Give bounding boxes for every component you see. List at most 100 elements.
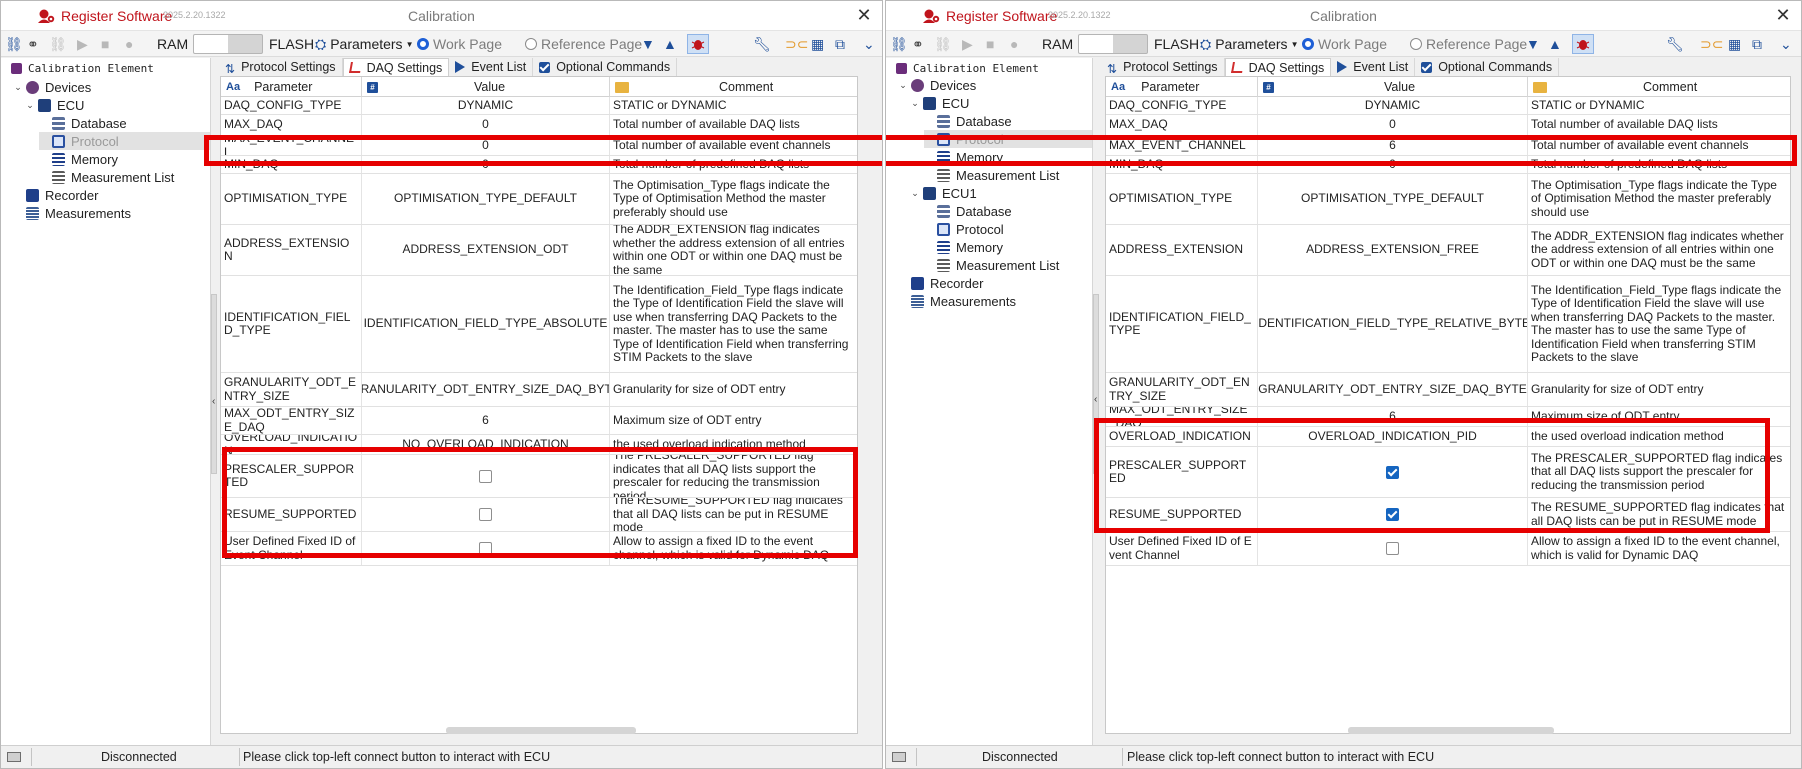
tree-item-measurements[interactable]: Measurements (898, 292, 1016, 310)
chain-link-icon[interactable]: ⊃⊂ (785, 34, 808, 54)
value-checkbox[interactable] (1386, 542, 1399, 555)
column-header-comment[interactable]: Comment (610, 77, 857, 97)
value-cell[interactable]: 0 (362, 136, 610, 155)
value-cell[interactable]: 6 (362, 407, 610, 434)
tree-item-measurements[interactable]: Measurements (13, 204, 131, 222)
expand-chevron-icon[interactable]: ⌄ (13, 82, 23, 93)
tree-item-ecu1[interactable]: ⌄ ECU1 (910, 184, 976, 202)
arrow-up-icon[interactable]: ▲ (663, 34, 677, 54)
expand-chevron-icon[interactable]: ⌄ (25, 100, 35, 111)
collapse-left-icon[interactable]: ‹ (1094, 394, 1097, 405)
value-cell[interactable] (1258, 532, 1528, 565)
column-header-comment[interactable]: Comment (1528, 77, 1790, 97)
value-cell[interactable]: 0 (362, 115, 610, 135)
debug-bug-icon[interactable] (687, 34, 709, 54)
reference-page-radio[interactable]: Reference Page (1410, 34, 1527, 54)
value-cell[interactable]: NO_OVERLOAD_INDICATION (362, 435, 610, 454)
value-cell[interactable]: OPTIMISATION_TYPE_DEFAULT (1258, 174, 1528, 224)
expand-chevron-icon[interactable]: ⌄ (910, 188, 920, 199)
tree-item-database[interactable]: Database (924, 112, 1012, 130)
reference-page-radio[interactable]: Reference Page (525, 34, 642, 54)
tree-item-measurement-list[interactable]: Measurement List (924, 166, 1059, 184)
splitter-handle[interactable] (1093, 294, 1099, 474)
ram-flash-toggle[interactable] (193, 34, 263, 54)
value-checkbox[interactable] (479, 508, 492, 521)
value-cell[interactable]: OPTIMISATION_TYPE_DEFAULT (362, 174, 610, 224)
value-checkbox[interactable] (1386, 508, 1399, 521)
link-icon[interactable]: ⚭ (912, 34, 924, 54)
expand-chevron-icon[interactable]: ⌄ (898, 80, 908, 91)
play-icon[interactable]: ▶ (77, 34, 88, 54)
value-cell[interactable]: IDENTIFICATION_FIELD_TYPE_RELATIVE_BYTE (1258, 276, 1528, 372)
tree-item-devices[interactable]: ⌄ Devices (13, 78, 91, 96)
more-options-icon[interactable]: ⌄ (863, 34, 875, 54)
tab-daq-settings[interactable]: DAQ Settings (1224, 58, 1332, 76)
wrench-icon[interactable]: 🔧︎ (753, 34, 771, 54)
value-cell[interactable] (362, 532, 610, 565)
arrow-down-icon[interactable]: ▼ (1526, 34, 1540, 54)
tab-optional-commands[interactable]: Optional Commands (533, 58, 678, 76)
play-icon[interactable]: ▶ (962, 34, 973, 54)
link-icon[interactable]: ⚭ (27, 34, 39, 54)
horizontal-scrollbar[interactable] (446, 727, 636, 734)
stop-icon[interactable]: ■ (101, 34, 109, 54)
work-page-radio[interactable]: Work Page (1302, 34, 1387, 54)
value-cell[interactable]: DYNAMIC (1258, 97, 1528, 114)
tab-event-list[interactable]: Event List (449, 58, 534, 76)
tree-item-memory[interactable]: Memory (39, 150, 118, 168)
value-cell[interactable]: GRANULARITY_ODT_ENTRY_SIZE_DAQ_BYTE (1258, 373, 1528, 406)
value-cell[interactable]: 0 (362, 156, 610, 173)
stop-icon[interactable]: ■ (986, 34, 994, 54)
export-icon[interactable]: ⧉ (1752, 34, 1762, 54)
disconnect-icon[interactable]: ⛓ (934, 34, 952, 54)
value-cell[interactable]: 6 (1258, 407, 1528, 426)
tab-protocol-settings[interactable]: ⇅ Protocol Settings (1101, 58, 1225, 76)
value-cell[interactable]: IDENTIFICATION_FIELD_TYPE_ABSOLUTE (362, 276, 610, 372)
parameters-menu[interactable]: ⛭ Parameters ▼ (1200, 34, 1298, 54)
connect-icon[interactable]: ⛓ (890, 34, 908, 54)
disconnect-icon[interactable]: ⛓ (49, 34, 67, 54)
tree-item-recorder[interactable]: Recorder (898, 274, 983, 292)
tree-item-recorder[interactable]: Recorder (13, 186, 98, 204)
tab-daq-settings[interactable]: DAQ Settings (342, 58, 450, 76)
tree-item-measurement-list[interactable]: Measurement List (39, 168, 174, 186)
value-cell[interactable]: 6 (1258, 136, 1528, 155)
value-checkbox[interactable] (479, 469, 492, 483)
tree-item-ecu[interactable]: ⌄ ECU (910, 94, 969, 112)
connect-icon[interactable]: ⛓ (5, 34, 23, 54)
value-cell[interactable] (362, 498, 610, 531)
value-cell[interactable] (362, 455, 610, 497)
parameters-menu[interactable]: ⛭ Parameters ▼ (315, 34, 413, 54)
tree-item-database[interactable]: Database (39, 114, 127, 132)
value-cell[interactable]: 0 (1258, 156, 1528, 173)
expand-chevron-icon[interactable]: ⌄ (910, 98, 920, 109)
tree-item-measurement-list[interactable]: Measurement List (924, 256, 1059, 274)
value-checkbox[interactable] (479, 542, 492, 555)
value-checkbox[interactable] (1386, 465, 1399, 479)
close-icon[interactable]: ✕ (1773, 5, 1793, 25)
value-cell[interactable]: ADDRESS_EXTENSION_ODT (362, 225, 610, 275)
column-header-parameter[interactable]: Aa Parameter (221, 77, 362, 97)
tree-item-devices[interactable]: ⌄ Devices (898, 76, 976, 94)
column-header-value[interactable]: # Value (1258, 77, 1528, 97)
value-cell[interactable]: OVERLOAD_INDICATION_PID (1258, 427, 1528, 446)
work-page-radio[interactable]: Work Page (417, 34, 502, 54)
export-icon[interactable]: ⧉ (835, 34, 845, 54)
value-cell[interactable] (1258, 498, 1528, 531)
value-cell[interactable] (1258, 447, 1528, 497)
column-header-parameter[interactable]: Aa Parameter (1106, 77, 1258, 97)
value-cell[interactable]: GRANULARITY_ODT_ENTRY_SIZE_DAQ_BYTE (362, 373, 610, 406)
value-cell[interactable]: 0 (1258, 115, 1528, 135)
splitter-handle[interactable] (211, 294, 217, 474)
close-icon[interactable]: ✕ (854, 5, 874, 25)
horizontal-scrollbar[interactable] (1348, 727, 1554, 734)
chain-link-icon[interactable]: ⊃⊂ (1700, 34, 1723, 54)
value-cell[interactable]: DYNAMIC (362, 97, 610, 114)
debug-bug-icon[interactable] (1572, 34, 1594, 54)
table-delete-icon[interactable]: ▦ (811, 34, 824, 54)
arrow-up-icon[interactable]: ▲ (1548, 34, 1562, 54)
tree-item-memory[interactable]: Memory (924, 238, 1003, 256)
record-icon[interactable]: ● (125, 34, 133, 54)
tree-item-protocol[interactable]: Protocol (924, 220, 1004, 238)
tree-item-ecu[interactable]: ⌄ ECU (25, 96, 84, 114)
